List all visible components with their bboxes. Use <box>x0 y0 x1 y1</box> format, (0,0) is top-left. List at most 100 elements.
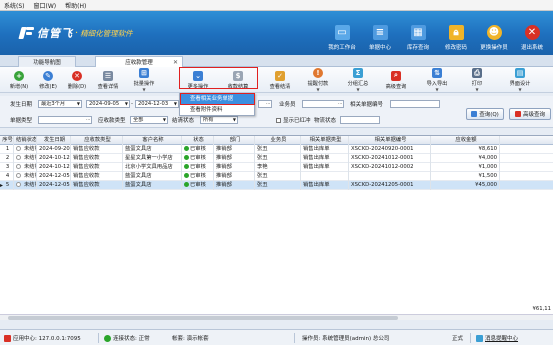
table-cell: 张丑 <box>255 154 301 163</box>
view-settled-button[interactable]: ✓ 查看结清 <box>262 68 298 92</box>
import-export-button[interactable]: ⇅ 导入导出 ▼ <box>418 68 456 92</box>
table-cell: 销售应收款 <box>71 181 123 190</box>
receivables-table: 序号 结销状态 发生日期 应收款类型 客户名称 状态 部门 业务员 相关单据类型 相关单据编号 应收… <box>0 135 553 317</box>
table-cell: 2024-10-12 00:00 <box>39 154 71 163</box>
table-row[interactable]: 4未结销2024-12-05 00:00销售应收款蓝蛋文具店已审核推销部张丑 ¥1… <box>0 172 553 181</box>
group-summary-button[interactable]: Σ 分组汇总 ▼ <box>340 68 376 92</box>
table-cell: 张丑 <box>255 145 301 154</box>
server-icon <box>4 334 11 342</box>
row-check-icon[interactable] <box>16 154 21 160</box>
row-check-icon[interactable] <box>16 145 21 151</box>
query-button[interactable]: 查询(Q) <box>466 108 504 120</box>
remind-payment-button[interactable]: ! 提醒付款 ▼ <box>300 68 336 92</box>
show-red-checkbox[interactable]: 显示已红冲 <box>276 116 311 124</box>
operator-label: 业务员 <box>279 102 296 108</box>
print-button[interactable]: ⎙ 打印 ▼ <box>462 68 492 92</box>
more-operation-menu: 查看相关业务单据 查看附件资料 <box>179 93 255 116</box>
table-row[interactable]: 3未结销2024-10-12 00:00销售应收款北京小学文具用品店已审核推销部… <box>0 163 553 172</box>
table-cell: 销售应收款 <box>71 163 123 172</box>
table-cell: 未结销 <box>14 181 37 190</box>
column-header[interactable]: 客户名称 <box>123 136 182 145</box>
batch-operation-button[interactable]: ⊞ 批量操作 ▼ <box>124 68 164 92</box>
more-operation-button[interactable]: ⌄ 更多操作 <box>180 68 216 92</box>
add-button[interactable]: + 新增(N) <box>4 68 34 92</box>
nav-switch-operator-button[interactable]: ☻ 更换操作员 <box>475 11 513 55</box>
row-check-icon[interactable] <box>16 163 21 169</box>
table-cell: XSCKD-20241012-0002 <box>349 163 431 172</box>
message-center-link[interactable]: 消息提醒中心 <box>476 334 518 342</box>
nav-inventory-button[interactable]: ▦ 库存查询 <box>399 11 437 55</box>
document-icon: ≡ <box>372 25 388 40</box>
menu-system[interactable]: 系统(S) <box>4 1 25 10</box>
column-header[interactable]: 发生日期 <box>37 136 71 145</box>
nav-exit-button[interactable]: ✕ 退出系统 <box>513 11 551 55</box>
view-icon: ☰ <box>103 70 113 81</box>
table-cell: 销售出库单 <box>301 181 349 190</box>
table-row[interactable]: 2未结销2024-10-12 00:00销售应收款星星文具第一小学店已审核推销部… <box>0 154 553 163</box>
chevron-down-icon: ▼ <box>162 117 166 122</box>
row-check-icon[interactable] <box>16 181 21 187</box>
date-from-field[interactable]: 2024-09-05 ▼ <box>86 100 130 108</box>
interface-design-button[interactable]: ▤ 界面设计 ▼ <box>502 68 538 92</box>
column-header[interactable]: 应收款类型 <box>71 136 123 145</box>
design-icon: ▤ <box>515 68 525 78</box>
date-range-select[interactable]: 最近3个月 ▼ <box>38 100 82 108</box>
settled-icon: ✓ <box>275 70 285 81</box>
table-cell: 2 <box>0 154 14 163</box>
view-detail-button[interactable]: ☰ 查看详情 <box>93 68 123 92</box>
nav-change-password-button[interactable]: 🔒︎ 修改密码 <box>437 11 475 55</box>
table-cell: XSCKD-20241012-0001 <box>349 154 431 163</box>
receivable-type-select[interactable]: 全部 ▼ <box>130 116 168 124</box>
tab-receivables[interactable]: 应收款管理 ✕ <box>95 56 183 67</box>
table-cell: 推销部 <box>214 163 255 172</box>
tab-function-map[interactable]: 功能导航图 <box>18 56 76 67</box>
table-cell: 已审核 <box>182 172 214 181</box>
approved-icon <box>184 163 189 169</box>
menu-item-attachments[interactable]: 查看附件资料 <box>180 105 254 116</box>
column-header[interactable]: 部门 <box>214 136 255 145</box>
table-row[interactable]: 1未结销2024-09-20 00:00销售应收款蓝蛋文具店已审核推销部张丑销售… <box>0 145 553 154</box>
table-header: 序号 结销状态 发生日期 应收款类型 客户名称 状态 部门 业务员 相关单据类型 相关单据编号 应收… <box>0 136 553 145</box>
menu-help[interactable]: 帮助(H) <box>65 1 86 10</box>
column-header[interactable]: 相关单据类型 <box>301 136 349 145</box>
row-check-icon[interactable] <box>16 172 21 178</box>
status-select[interactable]: 所有 ▼ <box>200 116 238 124</box>
nav-workbench-button[interactable]: ▭ 我的工作台 <box>323 11 361 55</box>
menu-window[interactable]: 窗口(W) <box>34 1 57 10</box>
table-cell: 2024-12-05 00:00 <box>39 172 71 181</box>
table-cell: 销售出库单 <box>301 145 349 154</box>
advanced-search-button[interactable]: 高级查询 <box>509 108 551 120</box>
chevron-down-icon: ▼ <box>124 101 128 106</box>
column-header[interactable]: 应收金额 <box>431 136 500 145</box>
edit-button[interactable]: ✎ 修改(E) <box>33 68 63 92</box>
advanced-search-toolbar-button[interactable]: ⌕ 高级查询 <box>378 68 414 92</box>
table-cell: 未结销 <box>14 145 37 154</box>
column-header[interactable]: 序号 <box>0 136 14 145</box>
table-cell: 未结销 <box>14 154 37 163</box>
app-center-status: 应用中心: 127.0.0.1:7095 <box>4 334 81 342</box>
operator-field[interactable]: ··· <box>302 100 344 108</box>
table-cell: XSCKD-20240920-0001 <box>349 145 431 154</box>
more-icon: ⌄ <box>193 70 203 81</box>
delete-button[interactable]: ✕ 删除(D) <box>62 68 92 92</box>
unit-type-field[interactable]: ··· <box>38 116 92 124</box>
menu-item-related-documents[interactable]: 查看相关业务单据 <box>180 94 254 105</box>
horizontal-scrollbar[interactable] <box>0 314 553 320</box>
column-header[interactable]: 业务员 <box>255 136 301 145</box>
date-to-field[interactable]: 2024-12-03 ▼ <box>135 100 179 108</box>
toolbar: + 新增(N) ✎ 修改(E) ✕ 删除(D) ☰ 查看详情 ⊞ 批量操作 ▼ … <box>0 67 553 93</box>
table-cell: 推销部 <box>214 154 255 163</box>
add-icon: + <box>14 70 24 81</box>
column-header[interactable]: 结销状态 <box>14 136 37 145</box>
ref-number-field[interactable] <box>390 100 440 108</box>
filter-hidden-field[interactable]: ··· <box>258 100 272 108</box>
payment-settle-button[interactable]: $ 收款结算 <box>220 68 256 92</box>
nav-document-center-button[interactable]: ≡ 单据中心 <box>361 11 399 55</box>
column-header[interactable]: 状态 <box>182 136 214 145</box>
tab-close-icon[interactable]: ✕ <box>173 59 178 66</box>
column-header[interactable]: 相关单据编号 <box>349 136 431 145</box>
table-row[interactable]: ▸5未结销2024-12-05 00:00销售应收款蓝蛋文具店已审核推销部张丑销… <box>0 181 553 190</box>
batch-icon: ⊞ <box>139 68 149 78</box>
table-cell: 蓝蛋文具店 <box>123 145 182 154</box>
logistics-field[interactable] <box>340 116 380 124</box>
